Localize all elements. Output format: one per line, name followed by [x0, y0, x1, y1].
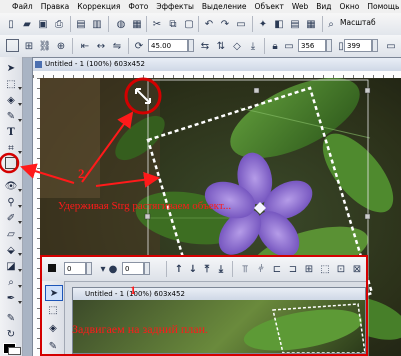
inset-spinner-b[interactable] [144, 262, 150, 275]
send-backward-icon[interactable]: ↓ [186, 262, 200, 276]
group-icon[interactable]: ⊡ [334, 262, 348, 276]
distribute-icon[interactable]: ⊞ [302, 262, 316, 276]
inset-document-window: Untitled - 1 (100%) 603x452 [72, 287, 366, 354]
inset-color-swatch[interactable] [48, 264, 56, 272]
inset-paint-tool-icon[interactable]: ✎ [45, 339, 61, 353]
inset-document-title-bar: Untitled - 1 (100%) 603x452 [73, 288, 365, 300]
bring-to-front-icon[interactable]: ⤒ [200, 262, 214, 276]
inset-sphere-icon[interactable]: ● [106, 262, 120, 276]
inset-lasso-tool-icon[interactable]: ◈ [45, 321, 61, 335]
inset-screenshot: 0 ▾ ● 0 ↑ ↓ ⤒ ⤓ ⫪ ⫩ ⊏ ⊐ ⊞ ⬚ ⊡ ⊠ ➤ ⬚ ◈ ✎ … [40, 255, 368, 356]
inset-spinner-a[interactable] [86, 262, 92, 275]
inset-mask-tool-icon[interactable]: ⬚ [45, 303, 61, 317]
inset-field-b[interactable]: 0 [122, 262, 144, 275]
inset-field-a[interactable]: 0 [64, 262, 86, 275]
align-left-edge-icon[interactable]: ⊏ [270, 262, 284, 276]
bring-forward-icon[interactable]: ↑ [172, 262, 186, 276]
inset-pick-tool-icon[interactable]: ➤ [45, 285, 63, 301]
inset-toolbox: ➤ ⬚ ◈ ✎ [42, 281, 65, 354]
step-2-label: 2 [78, 166, 85, 181]
send-to-back-icon[interactable]: ⤓ [214, 262, 228, 276]
hint-back-text: Задвигаем на задний план. [72, 322, 209, 336]
align-middle-icon[interactable]: ⫩ [254, 262, 268, 276]
align-right-edge-icon[interactable]: ⊐ [286, 262, 300, 276]
inset-property-bar: 0 ▾ ● 0 ↑ ↓ ⤒ ⤓ ⫪ ⫩ ⊏ ⊐ ⊞ ⬚ ⊡ ⊠ [42, 257, 366, 282]
stretch-icon[interactable]: ⬚ [318, 262, 332, 276]
combine-icon[interactable]: ⊠ [350, 262, 364, 276]
align-top-icon[interactable]: ⫪ [238, 262, 252, 276]
step-1-label: 1 [130, 283, 136, 297]
hint-stretch-text: Удерживая Strg растягиваем объект... [58, 200, 232, 212]
resize-cursor-icon [135, 88, 151, 104]
tool-highlight-circle [0, 152, 20, 174]
